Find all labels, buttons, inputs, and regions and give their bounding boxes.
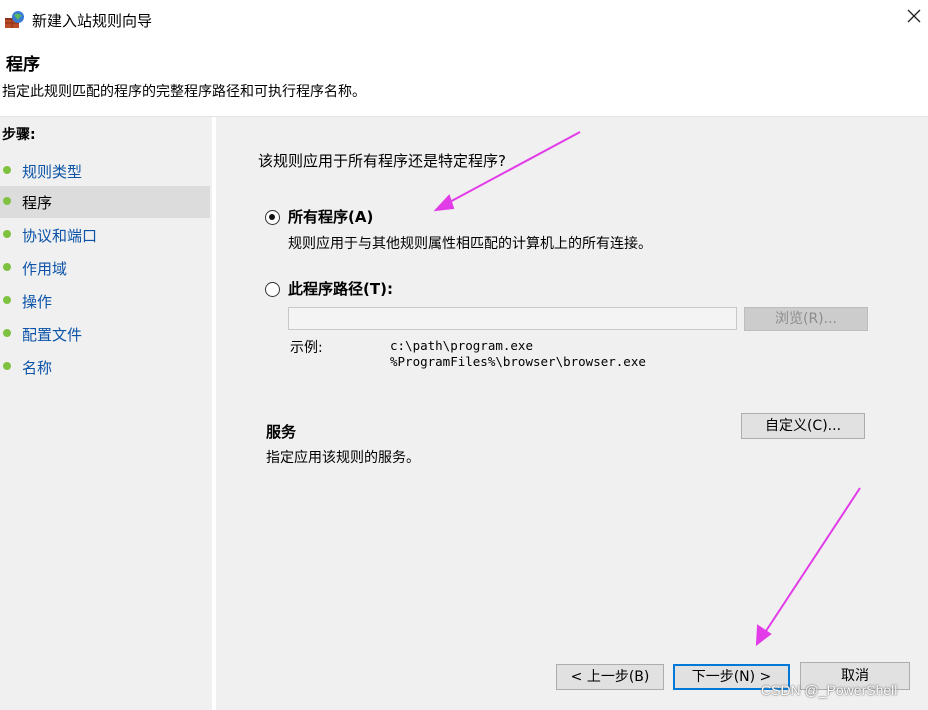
sidebar-item-profile[interactable]: 配置文件 <box>0 318 210 350</box>
sidebar-item-program[interactable]: 程序 <box>0 186 210 218</box>
sidebar-item-name[interactable]: 名称 <box>0 351 210 383</box>
sidebar-item-label: 配置文件 <box>22 326 83 344</box>
sidebar-item-label: 协议和端口 <box>22 227 98 245</box>
page-description: 指定此规则匹配的程序的完整程序路径和可执行程序名称。 <box>2 84 366 100</box>
sidebar-item-label: 规则类型 <box>22 163 83 181</box>
sidebar-item-protocol-port[interactable]: 协议和端口 <box>0 219 210 251</box>
program-path-input[interactable] <box>288 307 737 330</box>
window-title: 新建入站规则向导 <box>32 12 153 30</box>
step-bullet-icon <box>3 296 11 304</box>
page-title: 程序 <box>6 55 40 75</box>
sidebar-item-label: 作用域 <box>22 260 68 278</box>
sidebar-item-action[interactable]: 操作 <box>0 285 210 317</box>
close-button[interactable] <box>900 4 928 32</box>
customize-button[interactable]: 自定义(C)... <box>741 413 865 439</box>
example-path-2: %ProgramFiles%\browser\browser.exe <box>390 354 646 369</box>
sidebar-item-scope[interactable]: 作用域 <box>0 252 210 284</box>
firewall-icon <box>4 10 26 30</box>
close-icon <box>907 9 921 27</box>
sidebar-item-label: 名称 <box>22 359 53 377</box>
sidebar-item-rule-type[interactable]: 规则类型 <box>0 155 210 187</box>
services-description: 指定应用该规则的服务。 <box>266 450 420 466</box>
example-path-1: c:\path\program.exe <box>390 338 533 353</box>
step-bullet-icon <box>3 329 11 337</box>
all-programs-label[interactable]: 所有程序(A) <box>288 206 373 227</box>
sidebar-item-label: 程序 <box>22 194 53 212</box>
step-bullet-icon <box>3 230 11 238</box>
step-bullet-icon <box>3 197 11 205</box>
program-path-label[interactable]: 此程序路径(T): <box>288 278 393 299</box>
browse-button[interactable]: 浏览(R)... <box>744 307 868 331</box>
all-programs-radio[interactable] <box>265 210 280 225</box>
back-button[interactable]: < 上一步(B) <box>556 664 664 690</box>
program-path-radio[interactable] <box>265 282 280 297</box>
sidebar-item-label: 操作 <box>22 293 53 311</box>
example-label: 示例: <box>290 340 323 356</box>
services-title: 服务 <box>266 423 297 441</box>
step-bullet-icon <box>3 166 11 174</box>
all-programs-description: 规则应用于与其他规则属性相匹配的计算机上的所有连接。 <box>288 236 652 252</box>
step-bullet-icon <box>3 362 11 370</box>
watermark: CSDN @_PowerShell <box>761 682 898 698</box>
scope-question: 该规则应用于所有程序还是特定程序? <box>258 152 506 170</box>
steps-title: 步骤: <box>2 127 36 143</box>
step-bullet-icon <box>3 263 11 271</box>
